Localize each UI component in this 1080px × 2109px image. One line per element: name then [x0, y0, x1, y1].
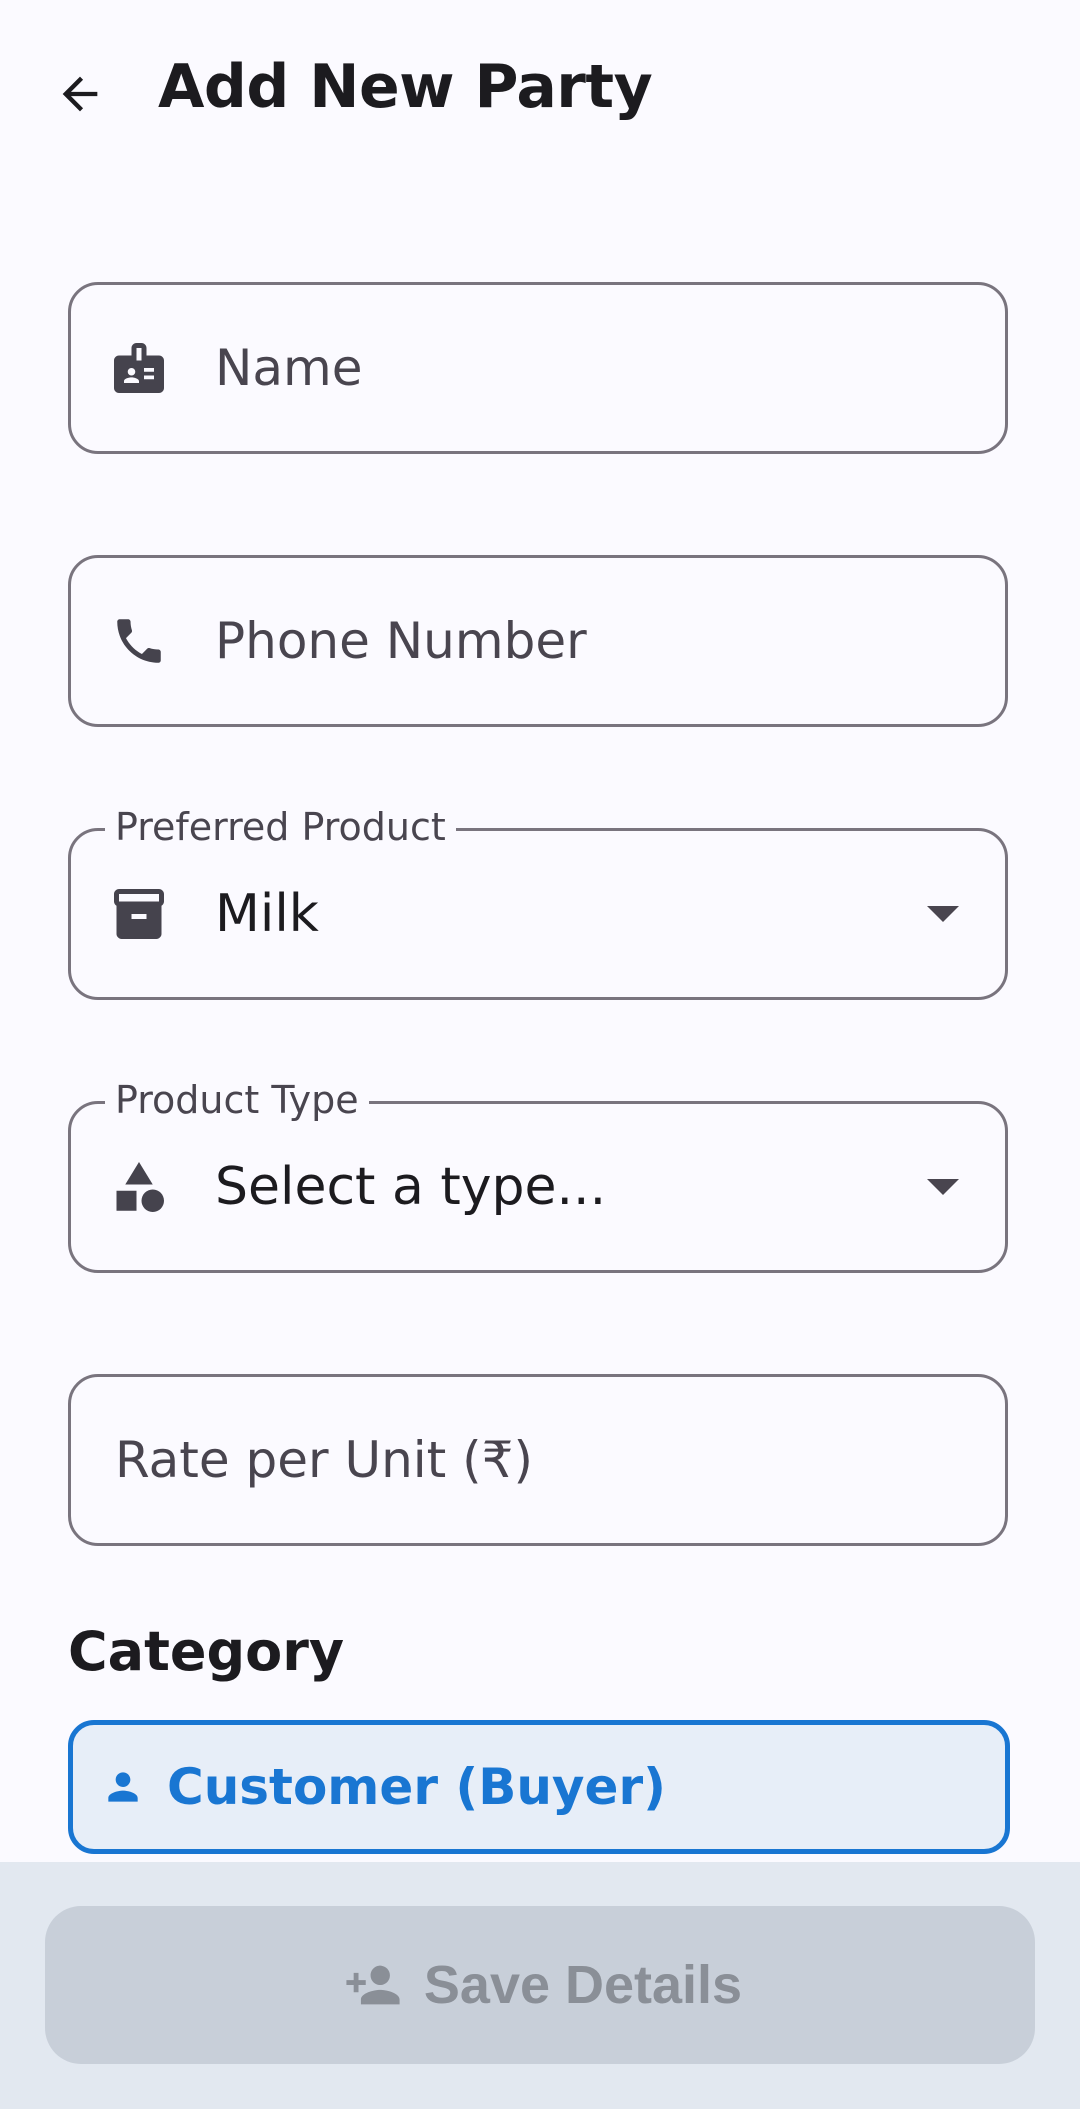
category-option-customer[interactable]: Customer (Buyer) [68, 1720, 1010, 1854]
person-add-icon [338, 1955, 408, 2015]
badge-icon [107, 336, 171, 400]
phone-number-field[interactable]: Phone Number [68, 555, 1008, 727]
preferred-product-value: Milk [215, 884, 319, 944]
phone-icon [107, 609, 171, 673]
archive-box-icon [107, 882, 171, 946]
save-details-button[interactable]: Save Details [45, 1906, 1035, 2064]
page-title: Add New Party [158, 52, 653, 122]
preferred-product-label: Preferred Product [105, 805, 456, 849]
rate-per-unit-field[interactable]: Rate per Unit (₹) [68, 1374, 1008, 1546]
arrow-back-icon [62, 76, 98, 112]
product-type-dropdown[interactable]: Product Type Select a type... [68, 1078, 1008, 1273]
category-shapes-icon [107, 1155, 171, 1219]
product-type-label: Product Type [105, 1078, 369, 1122]
chevron-down-icon [927, 1179, 959, 1195]
name-field[interactable]: Name [68, 282, 1008, 454]
name-placeholder: Name [215, 339, 363, 397]
rate-per-unit-placeholder: Rate per Unit (₹) [115, 1431, 533, 1489]
phone-number-placeholder: Phone Number [215, 612, 587, 670]
app-bar: Add New Party [0, 0, 1080, 190]
category-option-label: Customer (Buyer) [167, 1758, 666, 1816]
save-details-label: Save Details [423, 1955, 743, 2015]
product-type-value: Select a type... [215, 1157, 607, 1217]
bottom-bar: Save Details [0, 1862, 1080, 2109]
preferred-product-dropdown[interactable]: Preferred Product Milk [68, 805, 1008, 1000]
chevron-down-icon [927, 906, 959, 922]
back-button[interactable] [40, 54, 120, 134]
person-icon [99, 1763, 147, 1811]
category-heading: Category [68, 1620, 345, 1683]
